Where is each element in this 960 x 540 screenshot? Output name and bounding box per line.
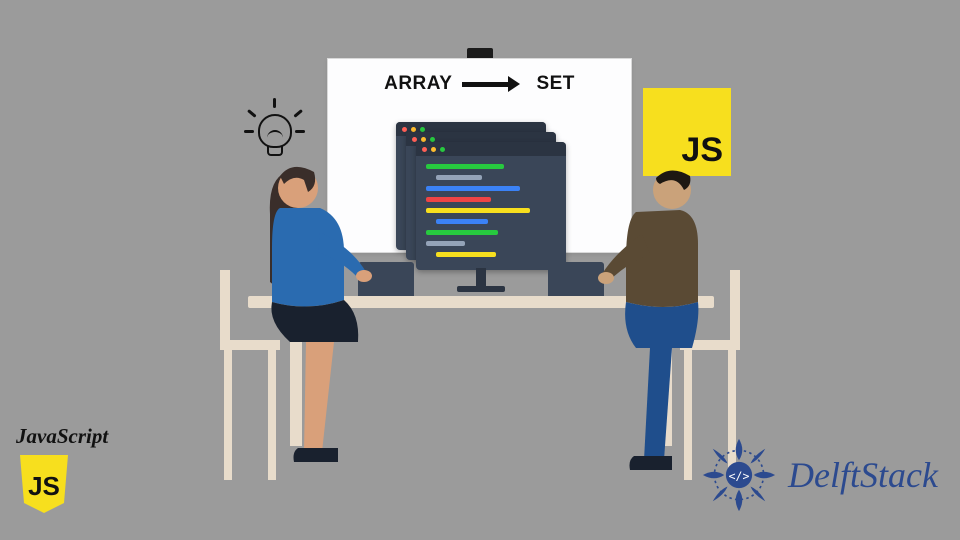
js-shield-text: JS (28, 471, 60, 501)
delftstack-brand: </> DelftStack (698, 434, 938, 516)
code-window (416, 142, 566, 270)
arrow-right-icon (462, 82, 510, 87)
js-shield-icon: JS (16, 453, 72, 515)
person-right (572, 160, 722, 480)
person-left (248, 152, 398, 472)
board-word-array: ARRAY (384, 73, 452, 95)
svg-text:</>: </> (729, 469, 750, 483)
delftstack-mandala-icon: </> (698, 434, 780, 516)
javascript-label-text: JavaScript (16, 424, 108, 449)
board-word-set: SET (536, 73, 574, 95)
board-title: ARRAY SET (328, 73, 631, 95)
delftstack-text: DelftStack (788, 454, 938, 496)
whiteboard-hanger (467, 48, 493, 58)
javascript-label-block: JavaScript JS (16, 424, 108, 515)
monitor-stand (465, 268, 497, 298)
code-windows-stack (396, 122, 566, 272)
